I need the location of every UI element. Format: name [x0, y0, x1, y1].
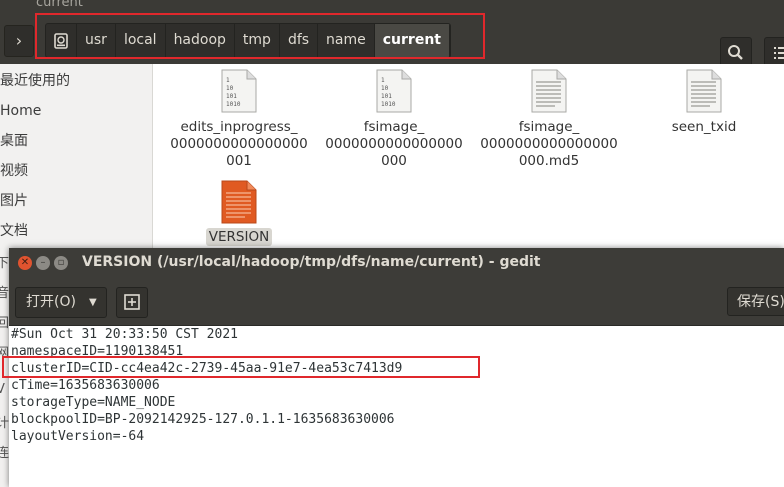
file-name: fsimage_ 0000000000000000 000 [319, 119, 469, 170]
sidebar-item-documents[interactable]: 文档 [0, 216, 28, 246]
text-line: blockpoolID=BP-2092142925-127.0.1.1-1635… [11, 412, 395, 427]
text-file-icon [531, 69, 567, 113]
text-file-orange-icon [221, 180, 257, 224]
sidebar-item-videos[interactable]: 视频 [0, 156, 28, 186]
file-name-line: 0000000000000000 [170, 136, 308, 152]
text-file-icon [686, 69, 722, 113]
binary-file-icon: 1 10 101 1010 [376, 69, 412, 113]
sidebar-partial-char: 计 [0, 416, 9, 431]
path-bar-highlight [35, 13, 485, 59]
binary-digits: 101 [381, 93, 392, 100]
sidebar-item-pictures[interactable]: 图片 [0, 186, 28, 216]
file-name: edits_inprogress_ 0000000000000000 001 [164, 119, 314, 170]
file-name-line: edits_inprogress_ [180, 119, 298, 135]
new-document-button[interactable] [116, 287, 148, 318]
text-line: layoutVersion=-64 [11, 429, 145, 444]
minimize-icon: – [40, 257, 46, 268]
gedit-window: ✕ – ▫ VERSION (/usr/local/hadoop/tmp/dfs… [2, 248, 784, 487]
sidebar-partial-char: 回 [0, 316, 9, 331]
sidebar-item-recent[interactable]: 最近使用的 [0, 66, 70, 96]
close-button[interactable]: ✕ [18, 256, 32, 270]
text-line: storageType=NAME_NODE [11, 395, 176, 410]
file-name-line: 0000000000000000 [325, 136, 463, 152]
maximize-button[interactable]: ▫ [54, 256, 68, 270]
file-name: fsimage_ 0000000000000000 000.md5 [474, 119, 624, 170]
cluster-id-highlight [2, 356, 480, 378]
binary-file-icon: 1 10 101 1010 [221, 69, 257, 113]
binary-digits: 1010 [381, 101, 396, 108]
text-line: cTime=1635683630006 [11, 378, 160, 393]
save-button[interactable]: 保存(S) [727, 287, 784, 316]
window-title: current [36, 0, 83, 10]
dropdown-arrow-icon: ▼ [89, 297, 97, 308]
new-tab-icon [124, 294, 140, 310]
minimize-button[interactable]: – [36, 256, 50, 270]
maximize-icon: ▫ [57, 257, 65, 268]
close-icon: ✕ [20, 257, 30, 268]
sidebar-item-home[interactable]: Home [0, 96, 41, 126]
gedit-toolbar: 打开(O) ▼ 保存(S) [9, 279, 784, 326]
file-manager-titlebar: current [0, 0, 784, 14]
file-name-line: fsimage_ [363, 119, 425, 135]
sidebar-partial-char: 下 [0, 256, 9, 271]
file-name: VERSION [164, 228, 314, 246]
gedit-title: VERSION (/usr/local/hadoop/tmp/dfs/name/… [82, 254, 541, 270]
binary-digits: 1 [226, 77, 230, 84]
sidebar-partial-char: 连 [0, 446, 9, 461]
binary-digits: 10 [226, 85, 234, 92]
file-name-line: 001 [226, 153, 252, 169]
binary-digits: 10 [381, 85, 389, 92]
open-button[interactable]: 打开(O) ▼ [15, 287, 107, 318]
text-line: #Sun Oct 31 20:33:50 CST 2021 [11, 327, 238, 342]
binary-digits: 1 [381, 77, 385, 84]
file-name: seen_txid [629, 119, 779, 136]
forward-button[interactable]: › [4, 25, 34, 57]
text-editor[interactable]: #Sun Oct 31 20:33:50 CST 2021 namespaceI… [2, 326, 784, 487]
file-name-line: seen_txid [671, 119, 737, 135]
sidebar-item-desktop[interactable]: 桌面 [0, 126, 28, 156]
sidebar-partial-char: 音 [0, 286, 9, 301]
file-name-line: 000 [381, 153, 407, 169]
file-name-line: fsimage_ [518, 119, 580, 135]
binary-digits: 1010 [226, 101, 241, 108]
gedit-titlebar: ✕ – ▫ VERSION (/usr/local/hadoop/tmp/dfs… [9, 248, 784, 279]
file-name-line: 0000000000000000 [480, 136, 618, 152]
binary-digits: 101 [226, 93, 237, 100]
sidebar-partial-char: V [0, 382, 5, 397]
file-name-line: 000.md5 [518, 153, 580, 169]
file-name-line: VERSION [205, 228, 273, 246]
open-label: 打开(O) [26, 294, 76, 310]
